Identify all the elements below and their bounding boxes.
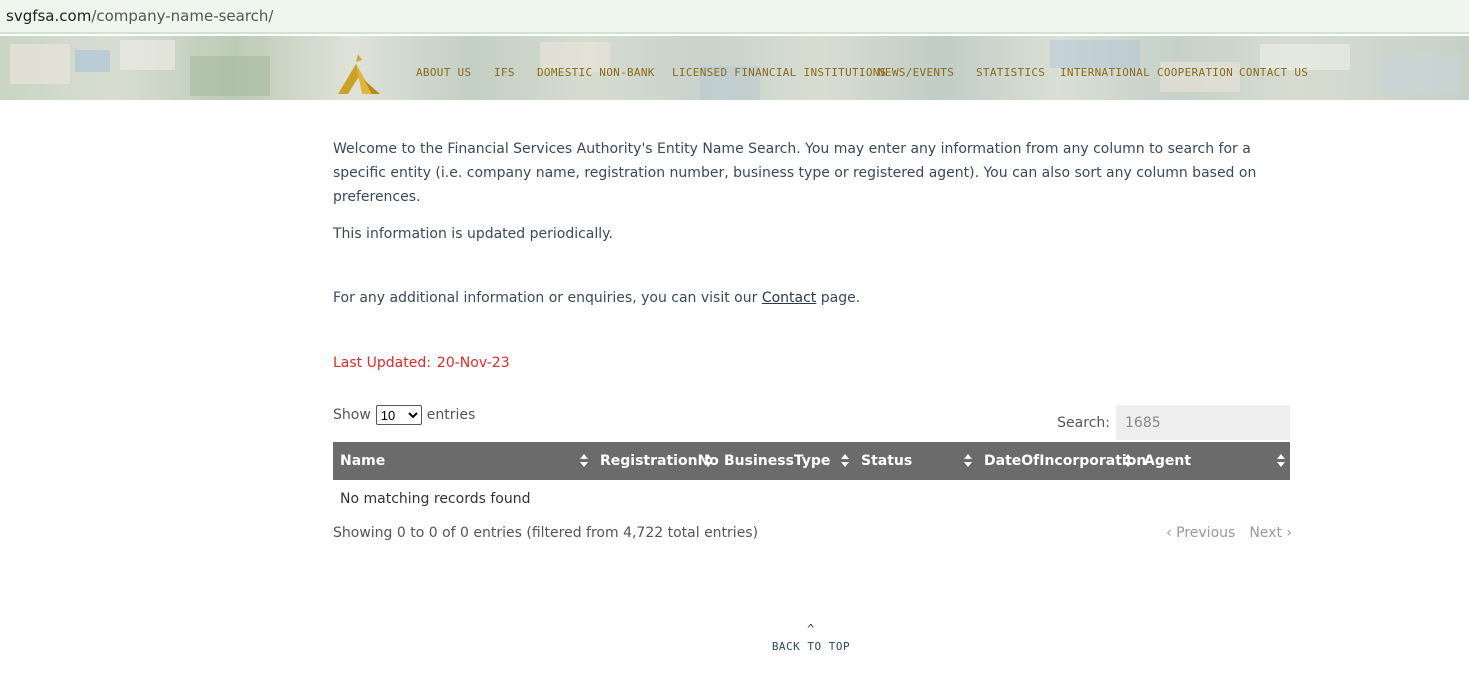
search-control: Search: xyxy=(1057,405,1290,440)
column-header-agent[interactable]: Agent xyxy=(1137,442,1290,480)
update-note: This information is updated periodically… xyxy=(333,226,613,242)
sort-icon xyxy=(1277,454,1285,468)
column-label: Status xyxy=(861,453,913,469)
empty-row: No matching records found xyxy=(340,491,531,507)
column-header-status[interactable]: Status xyxy=(854,442,977,480)
browser-address-bar[interactable]: svgfsa.com/company-name-search/ xyxy=(0,0,1469,34)
entity-table: Name RegistrationNo BusinessType Status … xyxy=(333,442,1290,518)
nav-international-cooperation[interactable]: INTERNATIONAL COOPERATION xyxy=(1060,66,1233,79)
last-updated: Last Updated: 20-Nov-23 xyxy=(333,355,510,371)
chevron-left-icon: ‹ xyxy=(1166,525,1177,541)
column-header-registrationno[interactable]: RegistrationNo xyxy=(593,442,719,480)
entries-label: entries xyxy=(426,407,476,423)
column-label: RegistrationNo xyxy=(600,453,719,469)
previous-button[interactable]: ‹ Previous xyxy=(1166,525,1235,541)
table-info: Showing 0 to 0 of 0 entries (filtered fr… xyxy=(333,525,759,541)
sort-icon xyxy=(964,454,972,468)
fsa-logo-icon[interactable] xyxy=(334,50,384,96)
nav-about-us[interactable]: ABOUT US xyxy=(416,66,471,79)
next-label: Next xyxy=(1249,525,1282,541)
previous-label: Previous xyxy=(1176,525,1236,541)
column-header-name[interactable]: Name xyxy=(333,442,593,480)
nav-contact-us[interactable]: CONTACT US xyxy=(1239,66,1308,79)
nav-domestic-non-bank[interactable]: DOMESTIC NON-BANK xyxy=(537,66,655,79)
search-label: Search: xyxy=(1057,414,1110,431)
last-updated-date: 20-Nov-23 xyxy=(436,355,510,371)
contact-note-text: For any additional information or enquir… xyxy=(333,290,762,306)
contact-link[interactable]: Contact xyxy=(762,290,816,306)
pagination: ‹ Previous Next › xyxy=(1166,525,1292,541)
show-label: Show xyxy=(333,407,371,423)
nav-news-events[interactable]: NEWS/EVENTS xyxy=(878,66,954,79)
show-entries-control: Show 10 entries xyxy=(333,405,475,425)
url-text[interactable]: svgfsa.com/company-name-search/ xyxy=(6,7,273,25)
nav-ifs[interactable]: IFS xyxy=(494,66,515,79)
sort-icon xyxy=(580,454,588,468)
back-to-top-button[interactable]: ^ BACK TO TOP xyxy=(740,622,882,653)
last-updated-label: Last Updated: xyxy=(333,355,431,371)
nav-statistics[interactable]: STATISTICS xyxy=(976,66,1045,79)
contact-note: For any additional information or enquir… xyxy=(333,290,860,306)
sort-icon xyxy=(841,454,849,468)
next-button[interactable]: Next › xyxy=(1249,525,1292,541)
url-domain: svgfsa.com xyxy=(6,7,92,25)
column-label: BusinessType xyxy=(724,453,831,469)
search-input[interactable] xyxy=(1116,405,1290,440)
table-header: Name RegistrationNo BusinessType Status … xyxy=(333,442,1290,480)
column-label: Agent xyxy=(1144,453,1192,469)
back-to-top-label: BACK TO TOP xyxy=(771,640,851,653)
column-header-dateofincorporation[interactable]: DateOfIncorporation xyxy=(977,442,1146,480)
chevron-right-icon: › xyxy=(1281,525,1292,541)
sort-icon xyxy=(704,454,712,468)
nav-licensed-financial-institutions[interactable]: LICENSED FINANCIAL INSTITUTIONS xyxy=(672,66,887,79)
contact-note-suffix: page. xyxy=(816,290,861,306)
column-label: Name xyxy=(340,453,386,469)
caret-up-icon: ^ xyxy=(807,622,815,636)
column-header-businesstype[interactable]: BusinessType xyxy=(717,442,854,480)
entries-per-page-select[interactable]: 10 xyxy=(375,405,422,425)
column-label: DateOfIncorporation xyxy=(984,453,1147,469)
sort-icon xyxy=(1124,454,1132,468)
intro-paragraph: Welcome to the Financial Services Author… xyxy=(333,141,1257,205)
url-path: /company-name-search/ xyxy=(91,7,274,25)
